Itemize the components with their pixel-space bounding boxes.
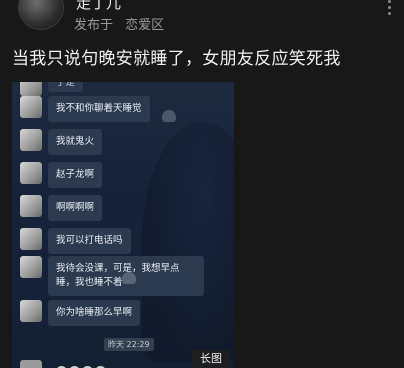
background-figure xyxy=(142,122,234,362)
chat-timestamp: 昨天 22:29 xyxy=(104,338,154,351)
chat-message: 啊啊啊啊 xyxy=(20,195,103,221)
avatar xyxy=(20,256,42,278)
message-bubble: 我就鬼火 xyxy=(48,129,103,155)
chat-message: 我不和你聊着天睡觉 xyxy=(20,96,150,122)
avatar xyxy=(20,195,42,217)
user-avatar[interactable] xyxy=(18,0,64,30)
message-bubble: 你为啥睡那么早啊 xyxy=(48,300,141,326)
avatar xyxy=(20,360,42,368)
message-bubble: 我不和你聊着天睡觉 xyxy=(48,96,150,122)
chat-message: 我可以打电话吗 xyxy=(20,228,131,254)
message-bubble: 我可以打电话吗 xyxy=(48,228,131,254)
chat-message: 你为啥睡那么早啊 xyxy=(20,300,141,326)
avatar xyxy=(20,300,42,322)
emoji-row xyxy=(56,362,108,368)
avatar xyxy=(20,162,42,184)
avatar xyxy=(20,82,42,96)
more-options-icon[interactable] xyxy=(384,0,394,16)
username[interactable]: 走丁儿 xyxy=(76,0,121,13)
ghost-sticker-icon xyxy=(122,272,136,284)
avatar xyxy=(20,228,42,250)
message-bubble: 于是 xyxy=(48,82,84,92)
message-bubble: 赵子龙啊 xyxy=(48,162,103,188)
chat-message: 于是 xyxy=(20,82,84,96)
category-link[interactable]: 恋爱区 xyxy=(125,18,164,33)
long-image-badge[interactable]: 长图 xyxy=(192,350,230,368)
ghost-sticker-icon xyxy=(162,110,176,122)
posted-in-label: 发布于 xyxy=(74,18,114,33)
chat-message: 赵子龙啊 xyxy=(20,162,103,188)
post-meta: 发布于 恋爱区 xyxy=(74,14,164,33)
avatar xyxy=(20,129,42,151)
message-bubble: 啊啊啊啊 xyxy=(48,195,103,221)
chat-message: 我就鬼火 xyxy=(20,129,103,155)
post-title[interactable]: 当我只说句晚安就睡了，女朋友反应笑死我 xyxy=(12,44,341,69)
chat-message: 我待会没课，可是，我想早点睡，我也睡不着 xyxy=(20,256,204,296)
post-header: 走丁儿 发布于 恋爱区 xyxy=(0,0,404,36)
avatar xyxy=(20,96,42,118)
chat-screenshot-image[interactable]: 于是 我不和你聊着天睡觉 我就鬼火 赵子龙啊 啊啊啊啊 我可以打电话吗 我待会没… xyxy=(12,82,234,368)
